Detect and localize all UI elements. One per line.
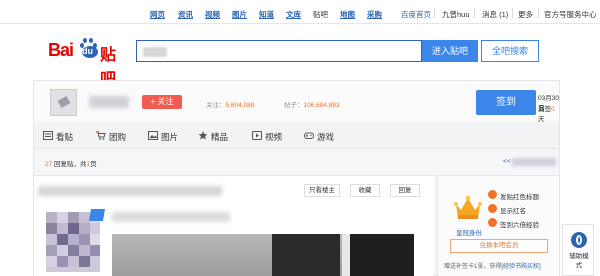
nav-link-image[interactable]: 图片 bbox=[232, 9, 247, 20]
favorite-button[interactable]: 收藏 bbox=[350, 184, 380, 197]
back-link[interactable]: << bbox=[503, 158, 511, 165]
thread-post: 只看楼主 收藏 回复 bbox=[34, 175, 434, 276]
search-all-button[interactable]: 全吧搜索 bbox=[481, 40, 539, 62]
video-icon bbox=[252, 131, 262, 140]
accessibility-icon bbox=[571, 232, 587, 248]
reply-button[interactable]: 回复 bbox=[390, 184, 420, 197]
back-link-redacted bbox=[512, 158, 556, 166]
gamepad-icon bbox=[304, 132, 314, 139]
followers-stat: 关注：5,604,088 bbox=[206, 102, 255, 109]
posts-stat: 帖子：106,684,883 bbox=[284, 102, 340, 109]
logo-text-du: du bbox=[82, 46, 93, 56]
top-navigation: 网页 资讯 视频 图片 知道 文库 贴吧 地图 采购 百度首页 九曾huu 消息… bbox=[0, 0, 600, 24]
forum-card: + 关注 关注：5,604,088 帖子：106,684,883 签到 03月3… bbox=[33, 80, 560, 276]
divider bbox=[474, 8, 475, 18]
assist-mode-label: 辅助模式 bbox=[569, 253, 589, 269]
picture-icon bbox=[148, 131, 158, 140]
nav-link-news[interactable]: 资讯 bbox=[178, 9, 193, 20]
cart-icon bbox=[96, 131, 106, 140]
tab-label: 精品 bbox=[211, 132, 229, 142]
forum-name-redacted bbox=[89, 96, 129, 108]
post-icon bbox=[43, 131, 53, 140]
nav-link-map[interactable]: 地图 bbox=[340, 9, 355, 20]
reply-count: 27 回复贴，共1页 bbox=[45, 161, 97, 168]
more-menu[interactable]: 更多 bbox=[518, 9, 533, 20]
divider bbox=[512, 8, 513, 18]
missed-sign-days: 漏签0天 bbox=[538, 106, 555, 123]
messages-menu[interactable]: 消息 (1) bbox=[482, 9, 508, 20]
image-placeholder-icon bbox=[57, 96, 71, 108]
nav-link-purchase[interactable]: 采购 bbox=[367, 9, 382, 20]
perk-icon bbox=[488, 218, 497, 227]
post-text-redacted bbox=[112, 212, 230, 222]
nav-link-video[interactable]: 视频 bbox=[205, 9, 220, 20]
avatar[interactable] bbox=[46, 212, 100, 272]
divider bbox=[538, 8, 539, 18]
nav-link-web[interactable]: 网页 bbox=[150, 9, 165, 20]
star-icon bbox=[198, 131, 208, 140]
baidu-home-link[interactable]: 百度首页 bbox=[401, 9, 431, 20]
nav-link-wenku[interactable]: 文库 bbox=[286, 9, 301, 20]
assist-mode-button[interactable]: 辅助模式 bbox=[562, 224, 594, 276]
user-menu[interactable]: 九曾huu bbox=[442, 9, 470, 20]
forum-avatar[interactable] bbox=[50, 89, 77, 116]
search-input[interactable] bbox=[136, 40, 422, 62]
logo-text-bai: Bai bbox=[48, 40, 74, 60]
gift-note: 赠送补签卡1张，获得[经验书购买权] bbox=[444, 264, 541, 270]
thread-title-redacted bbox=[38, 186, 222, 196]
post-image[interactable] bbox=[112, 234, 414, 276]
perk-icon bbox=[488, 204, 497, 213]
follow-button[interactable]: + 关注 bbox=[142, 95, 182, 109]
nav-link-zhidao[interactable]: 知道 bbox=[259, 9, 274, 20]
pager-bar: 27 回复贴，共1页 << bbox=[34, 152, 559, 172]
official-service-link[interactable]: 官方号服务中心 bbox=[544, 9, 597, 20]
tab-label: 视频 bbox=[265, 132, 283, 142]
crown-icon bbox=[454, 195, 482, 219]
tab-label: 图片 bbox=[161, 132, 179, 142]
perk-icon bbox=[488, 190, 497, 199]
only-op-button[interactable]: 只看楼主 bbox=[304, 184, 340, 197]
member-perks-panel: 皇冠身份 发贴红色标题 显示红名 签到六倍经验 兑换本吧会员 赠送补签卡1张，获… bbox=[437, 175, 559, 276]
search-query-redacted bbox=[143, 47, 167, 57]
exp-book-link[interactable]: [经验书购买权] bbox=[501, 264, 540, 270]
sign-in-button[interactable]: 签到 bbox=[476, 90, 536, 115]
divider bbox=[434, 8, 435, 18]
member-badge-icon bbox=[88, 209, 106, 221]
enter-tieba-button[interactable]: 进入贴吧 bbox=[422, 40, 478, 62]
tab-label: 团购 bbox=[109, 132, 127, 142]
tab-label: 看贴 bbox=[56, 132, 74, 142]
redeem-membership-button[interactable]: 兑换本吧会员 bbox=[450, 239, 548, 253]
tab-label: 游戏 bbox=[317, 132, 335, 142]
forum-tabs: 看贴 团购 图片 精品 视频 游戏 bbox=[34, 123, 559, 149]
forum-header: + 关注 关注：5,604,088 帖子：106,684,883 签到 03月3… bbox=[34, 81, 559, 123]
crown-label: 皇冠身份 bbox=[456, 230, 482, 237]
nav-link-tieba[interactable]: 贴吧 bbox=[313, 9, 328, 20]
